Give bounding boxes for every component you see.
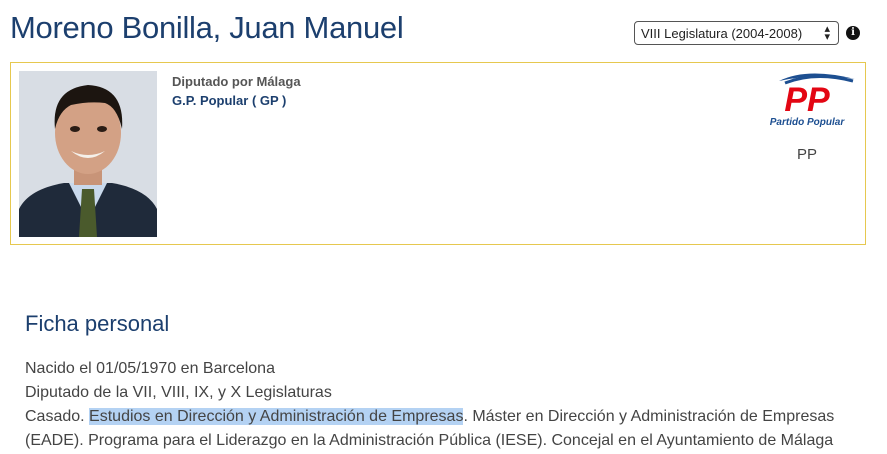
deputy-constituency: Diputado por Málaga [172, 74, 301, 89]
bio-birth: Nacido el 01/05/1970 en Barcelona [25, 360, 275, 377]
updown-chevron-icon: ▴ ▾ [824, 23, 830, 43]
bio-marital: Casado. [25, 408, 90, 425]
deputy-photo [19, 71, 157, 237]
bio-line: Casado. Estudios en Dirección y Administ… [25, 405, 865, 429]
section-title-ficha-personal: Ficha personal [25, 311, 170, 336]
svg-text:Partido Popular: Partido Popular [770, 117, 846, 128]
bio-masters: . Máster en Dirección y Administración d… [463, 408, 835, 425]
svg-text:PP: PP [784, 81, 830, 119]
info-icon[interactable]: i [846, 26, 860, 40]
deputy-card: Diputado por Málaga G.P. Popular ( GP ) … [10, 62, 866, 245]
legislature-select-value: VIII Legislatura (2004-2008) [641, 25, 803, 41]
bio-line-continued: (EADE). Programa para el Liderazgo en la… [25, 432, 834, 449]
parliamentary-group-link[interactable]: G.P. Popular ( GP ) [172, 93, 286, 108]
party-abbreviation: PP [796, 146, 817, 163]
party-logo: PP Partido Popular [755, 69, 859, 131]
bio-text: Nacido el 01/05/1970 en Barcelona Diputa… [25, 357, 865, 453]
legislature-select[interactable]: VIII Legislatura (2004-2008) ▴ ▾ [634, 21, 839, 45]
selected-text[interactable]: Estudios en Dirección y Administración d… [89, 408, 464, 425]
page-title: Moreno Bonilla, Juan Manuel [10, 10, 404, 45]
bio-legislatures: Diputado de la VII, VIII, IX, y X Legisl… [25, 384, 332, 401]
